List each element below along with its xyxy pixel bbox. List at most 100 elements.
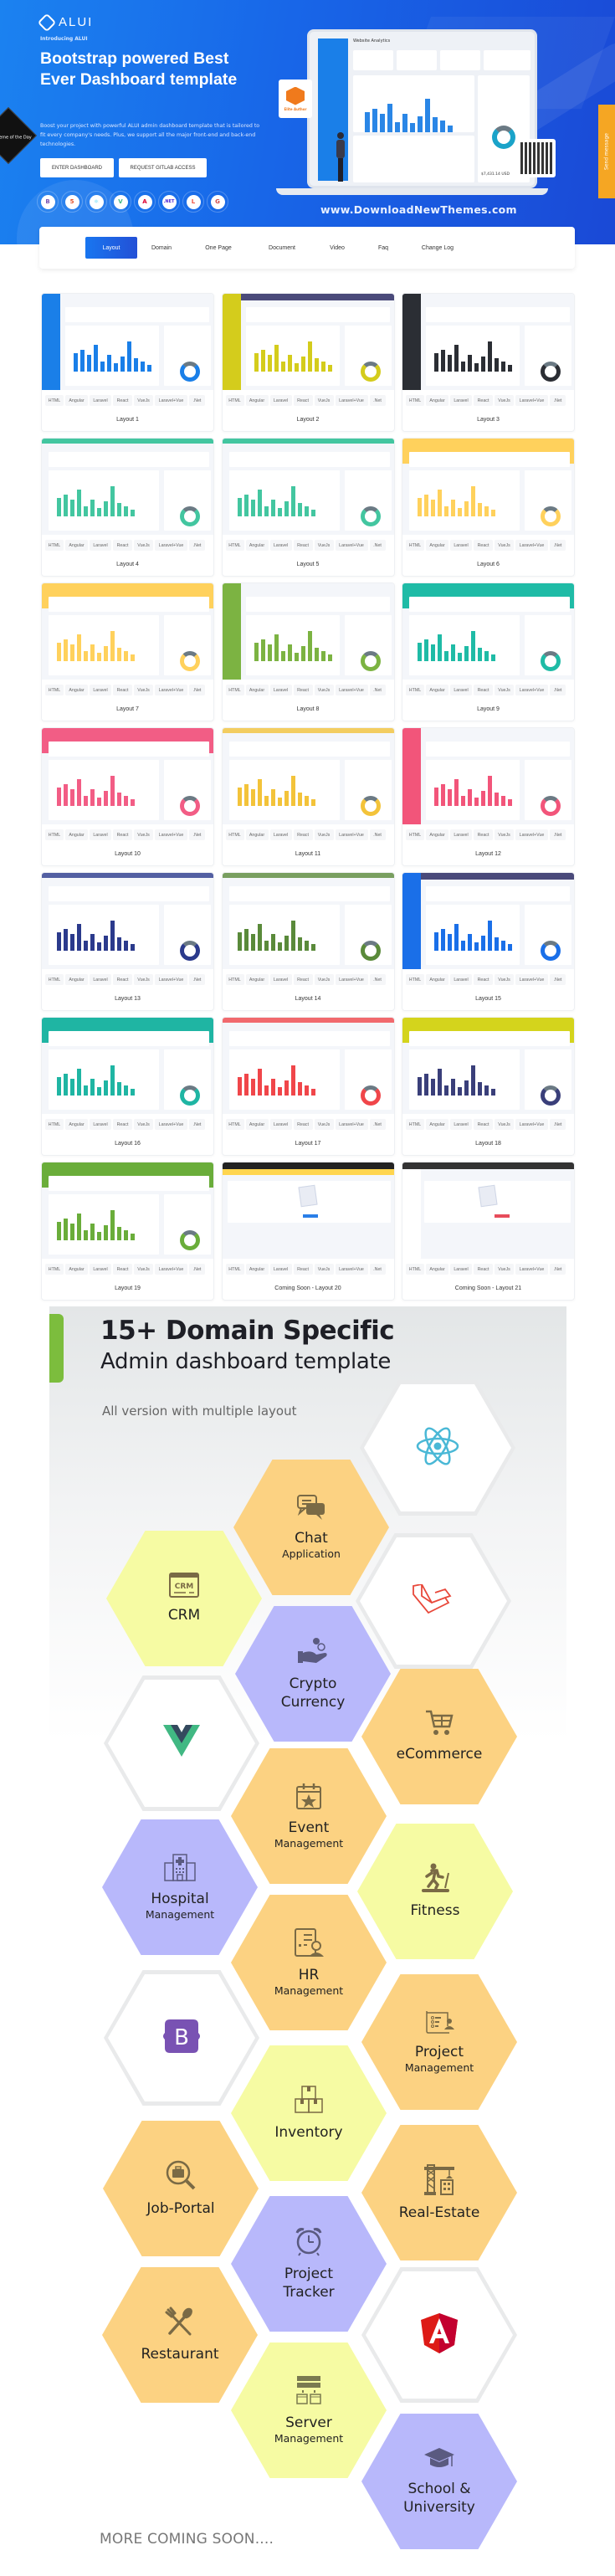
tech-chip-html[interactable]: HTML [406,540,424,551]
tech-chip-laravel[interactable]: Laravel [269,1119,292,1130]
tech-chip-laravel[interactable]: Laravel [90,829,111,840]
tech-angular[interactable]: A [134,191,156,213]
tech-chip-angular[interactable]: Angular [426,1119,448,1130]
layout-preview-image[interactable] [222,439,394,535]
tech-chip-vuejs[interactable]: VueJs [134,540,153,551]
tech-chip-laravel[interactable]: Laravel [269,540,292,551]
tech-chip-laravel[interactable]: Laravel [90,974,111,985]
tech-chip-react[interactable]: React [293,395,313,406]
tech-chip-laravel-vue[interactable]: Laravel+Vue [515,1119,548,1130]
tech-react[interactable]: ⚛ [85,191,107,213]
tech-chip-vuejs[interactable]: VueJs [495,974,514,985]
tech-chip-vuejs[interactable]: VueJs [134,974,153,985]
nav-one-page[interactable]: One Page [186,237,251,259]
tech-chip-angular[interactable]: Angular [245,685,269,695]
tech-chip-html[interactable]: HTML [45,1264,64,1275]
tech-chip-laravel-vue[interactable]: Laravel+Vue [335,540,368,551]
tech-chip-html[interactable]: HTML [45,540,64,551]
tech-chip-html[interactable]: HTML [225,1119,244,1130]
tech-hex-bootstrap[interactable]: B [104,1970,259,2106]
layout-preview-image[interactable] [42,873,213,969]
tech-chip-react[interactable]: React [293,540,313,551]
tech-chip-html[interactable]: HTML [406,974,424,985]
domain-hex-real-estate[interactable]: Real-Estate [361,2125,517,2260]
tech-chip-laravel-vue[interactable]: Laravel+Vue [515,974,548,985]
tech-chip-net[interactable]: .Net [189,974,205,985]
layout-card[interactable]: HTML Angular Laravel React VueJs Laravel+Vue.… [41,872,214,1011]
layout-preview-image[interactable] [402,1162,574,1259]
tech-chip-laravel[interactable]: Laravel [450,540,472,551]
tech-chip-laravel-vue[interactable]: Laravel+Vue [155,540,187,551]
tech-chip-laravel-vue[interactable]: Laravel+Vue [155,829,187,840]
layout-preview-image[interactable] [402,583,574,680]
tech-chip-html[interactable]: HTML [225,395,244,406]
tech-chip-html[interactable]: HTML [406,829,424,840]
tech-chip-net[interactable]: .Net [550,685,566,695]
tech-chip-vuejs[interactable]: VueJs [314,1264,334,1275]
tech-dotnet[interactable]: .NET [158,191,180,213]
tech-chip-react[interactable]: React [474,1119,493,1130]
layout-preview-image[interactable] [222,1018,394,1114]
tech-chip-html[interactable]: HTML [406,395,424,406]
layout-card[interactable]: HTML Angular Laravel React VueJs Laravel+Vue.… [221,1162,395,1301]
tech-chip-html[interactable]: HTML [45,829,64,840]
tech-chip-laravel-vue[interactable]: Laravel+Vue [515,685,548,695]
tech-chip-vuejs[interactable]: VueJs [495,395,514,406]
tech-chip-net[interactable]: .Net [369,974,386,985]
brand-logo[interactable]: ALUI [37,13,93,32]
tech-html5[interactable]: 5 [61,191,83,213]
layout-preview-image[interactable] [222,1162,394,1259]
tech-chip-laravel-vue[interactable]: Laravel+Vue [335,829,368,840]
tech-chip-react[interactable]: React [474,540,493,551]
domain-hex-restaurant[interactable]: Restaurant [102,2267,258,2403]
send-message-button[interactable]: Send message [598,105,615,198]
tech-chip-vuejs[interactable]: VueJs [134,1119,153,1130]
tech-chip-html[interactable]: HTML [225,540,244,551]
tech-chip-laravel[interactable]: Laravel [269,685,292,695]
tech-chip-angular[interactable]: Angular [426,829,448,840]
tech-chip-net[interactable]: .Net [189,395,205,406]
tech-chip-net[interactable]: .Net [369,540,386,551]
layout-card[interactable]: HTML Angular Laravel React VueJs Laravel+Vue.… [402,582,575,721]
nav-document[interactable]: Document [251,237,313,259]
tech-chip-html[interactable]: HTML [225,829,244,840]
tech-gulp[interactable]: G [207,191,228,213]
layout-card[interactable]: HTML Angular Laravel React VueJs Laravel+Vue.… [41,1162,214,1301]
layout-preview-image[interactable] [402,1018,574,1114]
tech-chip-laravel[interactable]: Laravel [450,685,472,695]
tech-chip-angular[interactable]: Angular [245,1119,269,1130]
site-url[interactable]: www.DownloadNewThemes.com [320,203,517,216]
nav-faq[interactable]: Faq [361,237,405,259]
tech-chip-react[interactable]: React [113,974,132,985]
tech-chip-laravel-vue[interactable]: Laravel+Vue [515,829,548,840]
domain-hex-hospital[interactable]: Hospital Management [102,1819,258,1955]
tech-chip-laravel[interactable]: Laravel [90,1119,111,1130]
tech-chip-vuejs[interactable]: VueJs [314,1119,334,1130]
layout-card[interactable]: HTML Angular Laravel React VueJs Laravel+Vue.… [402,872,575,1011]
layout-preview-image[interactable] [42,583,213,680]
tech-chip-laravel[interactable]: Laravel [269,974,292,985]
tech-chip-laravel-vue[interactable]: Laravel+Vue [155,395,187,406]
tech-chip-react[interactable]: React [293,829,313,840]
tech-chip-laravel-vue[interactable]: Laravel+Vue [335,1119,368,1130]
tech-chip-react[interactable]: React [293,974,313,985]
nav-video[interactable]: Video [313,237,361,259]
tech-chip-laravel[interactable]: Laravel [269,395,292,406]
layout-preview-image[interactable] [222,873,394,969]
domain-hex-inventory[interactable]: Inventory [231,2045,387,2181]
layout-card[interactable]: HTML Angular Laravel React VueJs Laravel+Vue.… [221,293,395,432]
layout-card[interactable]: HTML Angular Laravel React VueJs Laravel+Vue.… [221,727,395,866]
tech-chip-net[interactable]: .Net [369,1119,386,1130]
tech-chip-angular[interactable]: Angular [245,974,269,985]
nav-domain[interactable]: Domain [137,237,186,259]
layout-preview-image[interactable] [402,728,574,824]
tech-chip-html[interactable]: HTML [45,685,64,695]
tech-chip-net[interactable]: .Net [369,829,386,840]
layout-card[interactable]: HTML Angular Laravel React VueJs Laravel+Vue.… [41,1017,214,1156]
tech-chip-net[interactable]: .Net [550,1264,566,1275]
tech-chip-laravel-vue[interactable]: Laravel+Vue [155,1119,187,1130]
layout-preview-image[interactable] [402,873,574,969]
tech-chip-angular[interactable]: Angular [65,540,88,551]
layout-preview-image[interactable] [402,439,574,535]
layout-card[interactable]: HTML Angular Laravel React VueJs Laravel+Vue.… [402,1162,575,1301]
